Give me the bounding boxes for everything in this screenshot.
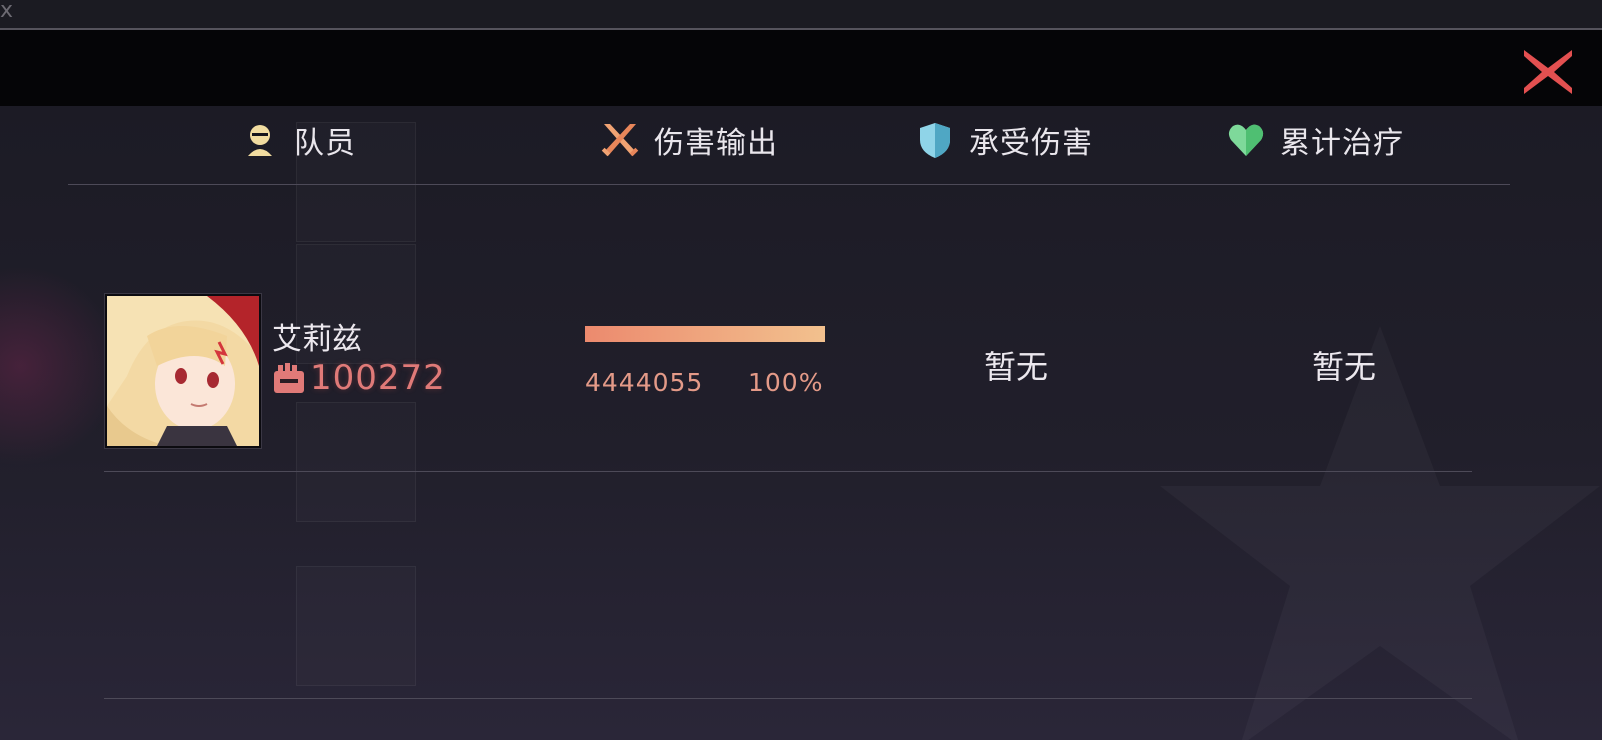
crossed-swords-icon (601, 124, 639, 157)
healing-value: 暂无 (1312, 348, 1377, 386)
corner-mark-icon: x (0, 0, 14, 23)
member-name: 艾莉兹 (272, 322, 362, 357)
close-button[interactable] (1518, 42, 1578, 102)
background-card (296, 566, 416, 686)
column-header-label: 伤害输出 (654, 126, 778, 161)
damage-share-bar-fill (585, 326, 825, 342)
member-power: 100272 (272, 358, 446, 398)
column-header-label: 累计治疗 (1280, 126, 1404, 161)
row-divider (104, 698, 1472, 699)
top-strip: x (0, 0, 1602, 28)
dialog-title-bar (0, 30, 1602, 106)
power-value: 100272 (310, 358, 446, 398)
shield-icon (920, 123, 950, 158)
column-header-damage-dealt: 伤害输出 (600, 120, 778, 161)
background-glow (0, 266, 120, 466)
column-header-damage-taken: 承受伤害 (915, 120, 1093, 161)
header-divider (68, 184, 1510, 185)
close-icon (1524, 50, 1572, 94)
fist-icon (274, 363, 304, 393)
column-header-label: 队员 (294, 126, 356, 161)
column-header-healing: 累计治疗 (1226, 120, 1404, 161)
avatar-portrait (107, 296, 259, 446)
column-header-label: 承受伤害 (969, 126, 1093, 161)
damage-taken-value: 暂无 (984, 348, 1049, 386)
column-header-member: 队员 (240, 120, 356, 161)
background-card (296, 402, 416, 522)
row-divider (104, 471, 1472, 472)
member-avatar[interactable] (105, 294, 261, 448)
damage-dealt-value: 4444055 (585, 368, 704, 397)
heart-icon (1228, 124, 1264, 156)
damage-percent-value: 100% (748, 368, 824, 397)
stats-panel: 队员 伤害输出 承受伤害 累计治疗 艾莉兹 100272 4444055 100… (0, 106, 1602, 740)
damage-share-bar (585, 326, 825, 342)
member-icon (248, 125, 272, 156)
